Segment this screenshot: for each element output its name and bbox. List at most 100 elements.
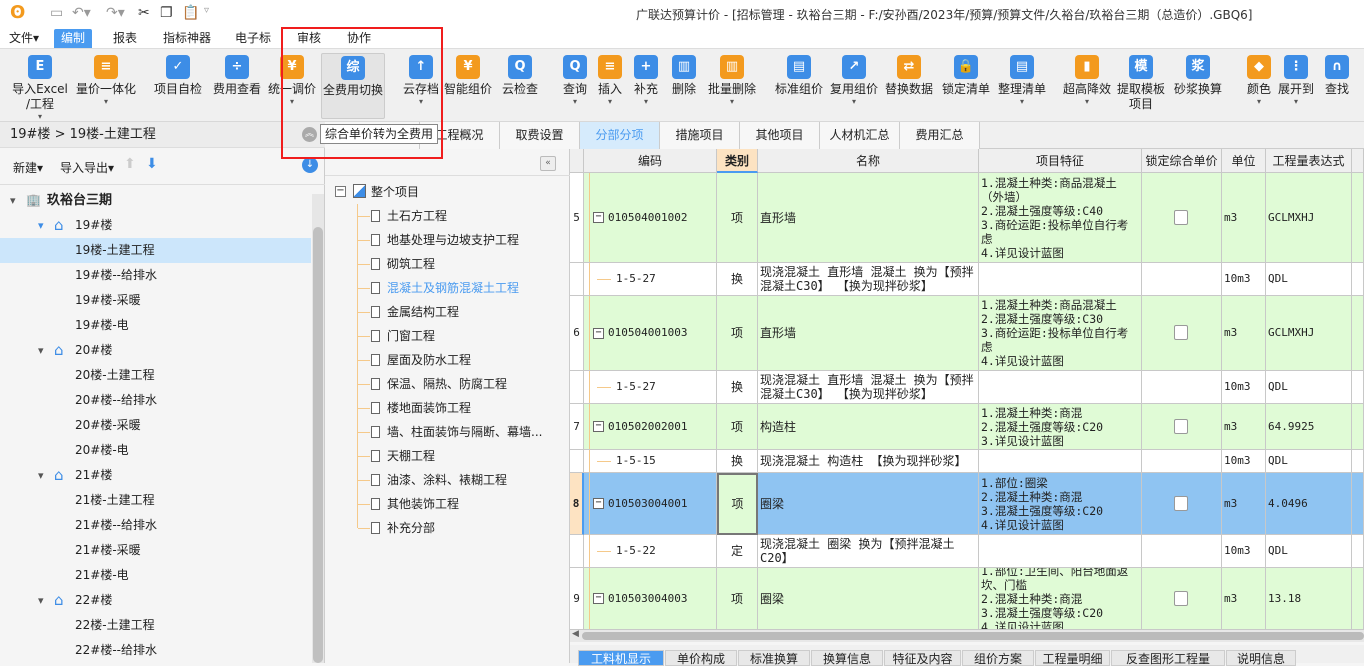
code-cell[interactable]: −010504001003 <box>584 296 717 371</box>
expression-cell[interactable]: QDL <box>1266 263 1352 296</box>
unit-cell[interactable]: m3 <box>1222 404 1266 450</box>
type-cell[interactable]: 项 <box>717 173 758 263</box>
project-tree-item[interactable]: 20#楼--给排水 <box>0 388 311 413</box>
type-cell[interactable]: 换 <box>717 450 758 473</box>
unit-cell[interactable]: m3 <box>1222 568 1266 630</box>
lock-price-checkbox[interactable] <box>1174 418 1188 434</box>
new-button[interactable]: 新建▾ <box>13 159 43 176</box>
unit-cell[interactable]: m3 <box>1222 173 1266 263</box>
expression-cell[interactable]: QDL <box>1266 371 1352 404</box>
ribbon-button-19[interactable]: ▮ 超高降效 ▾ <box>1061 53 1113 119</box>
ribbon-button-6[interactable]: ↑ 云存档 ▾ <box>401 53 441 119</box>
ribbon-button-22[interactable]: ◆ 颜色 ▾ <box>1244 53 1274 119</box>
project-tree-item[interactable]: 21#楼-电 <box>0 563 311 588</box>
project-tree-item[interactable]: 19#楼-电 <box>0 313 311 338</box>
division-tree-item[interactable]: 楼地面装饰工程 <box>371 396 471 420</box>
project-tree-item[interactable]: 20#楼-采暖 <box>0 413 311 438</box>
row-number[interactable] <box>570 535 584 568</box>
expression-cell[interactable]: 13.18 <box>1266 568 1352 630</box>
tab-6[interactable]: 人材机汇总 <box>820 122 900 149</box>
column-header[interactable]: 项目特征 <box>979 149 1142 173</box>
ribbon-button-21[interactable]: 浆砂浆换算 <box>1172 53 1224 119</box>
feature-cell[interactable] <box>979 371 1142 404</box>
expand-arrow-icon[interactable]: ▾ <box>10 188 16 213</box>
type-cell[interactable]: 项 <box>717 473 758 535</box>
dropdown-arrow-icon[interactable]: ▾ <box>1276 97 1316 107</box>
customize-icon[interactable]: ▿ <box>204 5 209 16</box>
detail-tab-1[interactable]: 单价构成 <box>665 650 737 666</box>
menu-0[interactable]: 文件▾ <box>2 29 46 48</box>
row-number[interactable] <box>570 263 584 296</box>
redo-icon[interactable]: ↷▾ <box>106 5 125 21</box>
row-number[interactable] <box>570 450 584 473</box>
tab-3[interactable]: 分部分项 <box>580 122 660 149</box>
ribbon-button-12[interactable]: ▥ 删除 <box>669 53 699 119</box>
menu-5[interactable]: 审核 <box>290 29 328 48</box>
dropdown-arrow-icon[interactable]: ▾ <box>631 97 661 107</box>
ribbon-button-5[interactable]: 综全费用切换 <box>321 53 385 119</box>
dropdown-arrow-icon[interactable]: ▾ <box>265 97 319 107</box>
ribbon-button-10[interactable]: ≡ 插入 ▾ <box>595 53 625 119</box>
division-tree-item[interactable]: 屋面及防水工程 <box>371 348 471 372</box>
lock-cell[interactable] <box>1142 568 1222 630</box>
dropdown-arrow-icon[interactable]: ▾ <box>74 97 138 107</box>
ribbon-button-4[interactable]: ¥ 统一调价 ▾ <box>265 53 319 119</box>
lock-price-checkbox[interactable] <box>1174 325 1188 340</box>
project-tree-item[interactable]: 19#楼-采暖 <box>0 288 311 313</box>
column-header[interactable]: 单位 <box>1222 149 1266 173</box>
ribbon-button-9[interactable]: Q 查询 ▾ <box>560 53 590 119</box>
expression-cell[interactable]: 4.0496 <box>1266 473 1352 535</box>
expression-cell[interactable]: GCLMXHJ <box>1266 296 1352 371</box>
lock-cell[interactable] <box>1142 263 1222 296</box>
feature-cell[interactable] <box>979 535 1142 568</box>
expression-cell[interactable]: 64.9925 <box>1266 404 1352 450</box>
expand-arrow-icon[interactable]: ▾ <box>38 588 44 613</box>
collapse-icon[interactable]: − <box>593 498 604 509</box>
lock-cell[interactable] <box>1142 296 1222 371</box>
ribbon-button-8[interactable]: Q 云检查 <box>499 53 541 119</box>
collapse-icon[interactable]: − <box>593 212 604 223</box>
import-export-button[interactable]: 导入导出▾ <box>60 159 114 176</box>
collapse-panel-icon[interactable]: « <box>540 156 556 171</box>
lock-cell[interactable] <box>1142 450 1222 473</box>
unit-cell[interactable]: m3 <box>1222 296 1266 371</box>
feature-cell[interactable]: 1.部位:卫生间、阳台地面返坎、门槛 2.混凝土种类:商混 3.混凝土强度等级:… <box>979 568 1142 630</box>
unit-cell[interactable]: 10m3 <box>1222 263 1266 296</box>
lock-cell[interactable] <box>1142 173 1222 263</box>
lock-cell[interactable] <box>1142 404 1222 450</box>
detail-tab-0[interactable]: 工料机显示 <box>578 650 664 666</box>
project-tree-item[interactable]: 22楼-土建工程 <box>0 613 311 638</box>
row-number[interactable] <box>570 371 584 404</box>
division-tree-item[interactable]: 天棚工程 <box>371 444 435 468</box>
column-header[interactable]: 工程量表达式 <box>1266 149 1352 173</box>
dropdown-arrow-icon[interactable]: ▾ <box>595 97 625 107</box>
tab-5[interactable]: 其他项目 <box>740 122 820 149</box>
detail-tab-5[interactable]: 组价方案 <box>962 650 1034 666</box>
lock-price-checkbox[interactable] <box>1174 495 1188 511</box>
type-cell[interactable]: 项 <box>717 568 758 630</box>
lock-cell[interactable] <box>1142 535 1222 568</box>
division-tree-item[interactable]: 油漆、涂料、裱糊工程 <box>371 468 507 492</box>
division-tree-item[interactable]: 金属结构工程 <box>371 300 459 324</box>
ribbon-button-18[interactable]: ▤ 整理清单 ▾ <box>996 53 1048 119</box>
tab-4[interactable]: 措施项目 <box>660 122 740 149</box>
project-tree-item[interactable]: ▾ ⌂ 20#楼 <box>0 338 311 363</box>
division-tree-item[interactable]: 保温、隔热、防腐工程 <box>371 372 507 396</box>
feature-cell[interactable]: 1.部位:圈梁 2.混凝土种类:商混 3.混凝土强度等级:C20 4.详见设计蓝… <box>979 473 1142 535</box>
row-number[interactable]: 9 <box>570 568 584 630</box>
scrollbar-thumb[interactable] <box>582 632 1364 640</box>
code-cell[interactable]: 1-5-22 <box>584 535 717 568</box>
feature-cell[interactable] <box>979 450 1142 473</box>
ribbon-button-23[interactable]: ⋮ 展开到 ▾ <box>1276 53 1316 119</box>
code-cell[interactable]: −010503004003 <box>584 568 717 630</box>
collapse-icon[interactable]: − <box>593 327 604 339</box>
menu-1[interactable]: 编制 <box>54 29 93 48</box>
division-tree-item[interactable]: 补充分部 <box>371 516 435 540</box>
dropdown-arrow-icon[interactable]: ▾ <box>560 97 590 107</box>
column-header[interactable]: 锁定综合单价 <box>1142 149 1222 173</box>
code-cell[interactable]: −010503004001 <box>584 473 717 535</box>
collapse-icon[interactable]: − <box>593 421 604 432</box>
ribbon-button-2[interactable]: ✓ 项目自检 <box>151 53 205 119</box>
undo-icon[interactable]: ↶▾ <box>72 5 91 21</box>
project-tree-item[interactable]: ▾ ⌂ 22#楼 <box>0 588 311 613</box>
